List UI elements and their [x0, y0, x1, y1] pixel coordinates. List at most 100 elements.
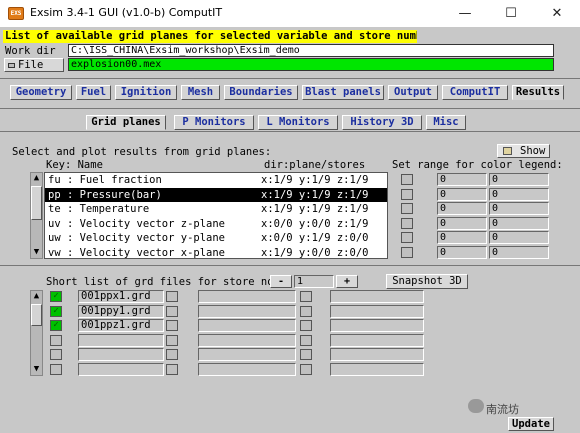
grd-toggle[interactable] [166, 320, 178, 331]
range-min-field[interactable]: 0 [437, 245, 487, 259]
tab-blast-panels[interactable]: Blast panels [302, 85, 384, 100]
grd-toggle[interactable] [300, 363, 312, 375]
range-min-field[interactable]: 0 [437, 187, 487, 201]
grd-toggle[interactable] [166, 363, 178, 375]
divider [0, 78, 580, 79]
range-min-field[interactable]: 0 [437, 216, 487, 230]
grd-field[interactable] [198, 333, 296, 347]
grd-file-name[interactable]: 001ppy1.grd [78, 304, 164, 318]
range-toggle[interactable] [401, 217, 413, 229]
tab-fuel[interactable]: Fuel [76, 85, 111, 100]
grd-select-checkbox[interactable] [50, 349, 62, 360]
grd-toggle[interactable] [166, 305, 178, 317]
grd-field[interactable] [330, 319, 424, 332]
grd-field[interactable] [330, 362, 424, 376]
tab-misc[interactable]: Misc [426, 115, 466, 130]
grid-variable-list[interactable]: fu : Fuel fraction x:1/9 y:1/9 z:1/9 pp :… [44, 172, 388, 259]
tab-ignition[interactable]: Ignition [115, 85, 177, 100]
grd-toggle[interactable] [300, 291, 312, 302]
grd-file-name[interactable] [78, 362, 164, 376]
grd-field[interactable] [198, 319, 296, 332]
grd-field[interactable] [198, 290, 296, 303]
tab-boundaries[interactable]: Boundaries [224, 85, 298, 100]
list-item[interactable]: uv : Velocity vector z-plane x:0/0 y:0/0 … [45, 217, 387, 232]
scroll-thumb[interactable] [31, 186, 42, 220]
grd-select-checkbox[interactable] [50, 334, 62, 346]
grd-select-checkbox[interactable]: ✓ [50, 291, 62, 302]
grd-toggle[interactable] [300, 305, 312, 317]
range-min-field[interactable]: 0 [437, 202, 487, 215]
show-checkbox[interactable]: Show [497, 144, 550, 158]
tab-mesh[interactable]: Mesh [181, 85, 220, 100]
range-max-field[interactable]: 0 [489, 245, 549, 259]
range-toggle[interactable] [401, 246, 413, 258]
store-number-field[interactable]: 1 [294, 275, 334, 288]
range-toggle[interactable] [401, 232, 413, 243]
grd-select-checkbox[interactable] [50, 363, 62, 375]
list-item[interactable]: vw : Velocity vector x-plane x:1/9 y:0/0 … [45, 246, 387, 259]
tab-l-monitors[interactable]: L Monitors [258, 115, 338, 130]
range-toggle[interactable] [401, 203, 413, 214]
grd-field[interactable] [198, 348, 296, 361]
grd-toggle[interactable] [166, 349, 178, 360]
close-icon[interactable]: ✕ [534, 0, 580, 27]
grd-field[interactable] [330, 333, 424, 347]
range-min-field[interactable]: 0 [437, 231, 487, 244]
scroll-up-icon[interactable]: ▲ [31, 173, 42, 184]
divider [0, 265, 580, 266]
grd-field[interactable] [330, 304, 424, 318]
scroll-thumb[interactable] [31, 304, 42, 326]
scroll-up-icon[interactable]: ▲ [31, 291, 42, 302]
tab-results[interactable]: Results [512, 85, 564, 100]
grd-field[interactable] [330, 290, 424, 303]
maximize-icon[interactable]: ☐ [488, 0, 534, 27]
exsim-app-icon[interactable]: EXS [8, 7, 24, 20]
range-max-field[interactable]: 0 [489, 187, 549, 201]
grd-field[interactable] [330, 348, 424, 361]
store-decrement-button[interactable]: - [270, 275, 292, 288]
tab-p-monitors[interactable]: P Monitors [174, 115, 254, 130]
range-toggle[interactable] [401, 174, 413, 185]
update-button[interactable]: Update [508, 417, 554, 431]
minimize-icon[interactable]: — [442, 0, 488, 27]
grd-field[interactable] [198, 304, 296, 318]
range-max-field[interactable]: 0 [489, 216, 549, 230]
variable-name: fu : Fuel fraction [48, 174, 162, 186]
grd-select-checkbox[interactable]: ✓ [50, 305, 62, 317]
range-toggle[interactable] [401, 188, 413, 200]
grd-toggle[interactable] [166, 334, 178, 346]
tab-output[interactable]: Output [388, 85, 438, 100]
range-max-field[interactable]: 0 [489, 173, 549, 186]
file-field[interactable]: explosion00.mex [68, 58, 554, 71]
tab-geometry[interactable]: Geometry [10, 85, 72, 100]
list-item[interactable]: uw : Velocity vector y-plane x:0/0 y:1/9 … [45, 231, 387, 246]
snapshot-3d-button[interactable]: Snapshot 3D [386, 274, 468, 289]
range-max-field[interactable]: 0 [489, 202, 549, 215]
scroll-down-icon[interactable]: ▼ [31, 364, 42, 375]
grd-file-name[interactable] [78, 333, 164, 347]
grd-toggle[interactable] [300, 349, 312, 360]
grd-toggle[interactable] [300, 320, 312, 331]
tab-grid-planes[interactable]: Grid planes [86, 115, 166, 130]
range-min-field[interactable]: 0 [437, 173, 487, 186]
grd-file-name[interactable]: 001ppx1.grd [78, 290, 164, 303]
range-row: 0 0 [395, 245, 555, 260]
list-item[interactable]: fu : Fuel fraction x:1/9 y:1/9 z:1/9 [45, 173, 387, 188]
grd-file-name[interactable]: 001ppz1.grd [78, 319, 164, 332]
tab-history-3d[interactable]: History 3D [342, 115, 422, 130]
grd-toggle[interactable] [300, 334, 312, 346]
range-max-field[interactable]: 0 [489, 231, 549, 244]
grid-list-scrollbar[interactable]: ▲ ▼ [30, 172, 43, 259]
store-increment-button[interactable]: + [336, 275, 358, 288]
grd-toggle[interactable] [166, 291, 178, 302]
grd-select-checkbox[interactable]: ✓ [50, 320, 62, 331]
list-item[interactable]: te : Temperature x:1/9 y:1/9 z:1/9 [45, 202, 387, 217]
grd-field[interactable] [198, 362, 296, 376]
workdir-field[interactable]: C:\ISS_CHINA\Exsim_workshop\Exsim_demo [68, 44, 554, 57]
scroll-down-icon[interactable]: ▼ [31, 247, 42, 258]
grd-list-scrollbar[interactable]: ▲ ▼ [30, 290, 43, 376]
file-button[interactable]: File [4, 58, 64, 72]
grd-file-name[interactable] [78, 348, 164, 361]
list-item-selected[interactable]: pp : Pressure(bar) x:1/9 y:1/9 z:1/9 [45, 187, 387, 202]
tab-computit[interactable]: ComputIT [442, 85, 508, 100]
